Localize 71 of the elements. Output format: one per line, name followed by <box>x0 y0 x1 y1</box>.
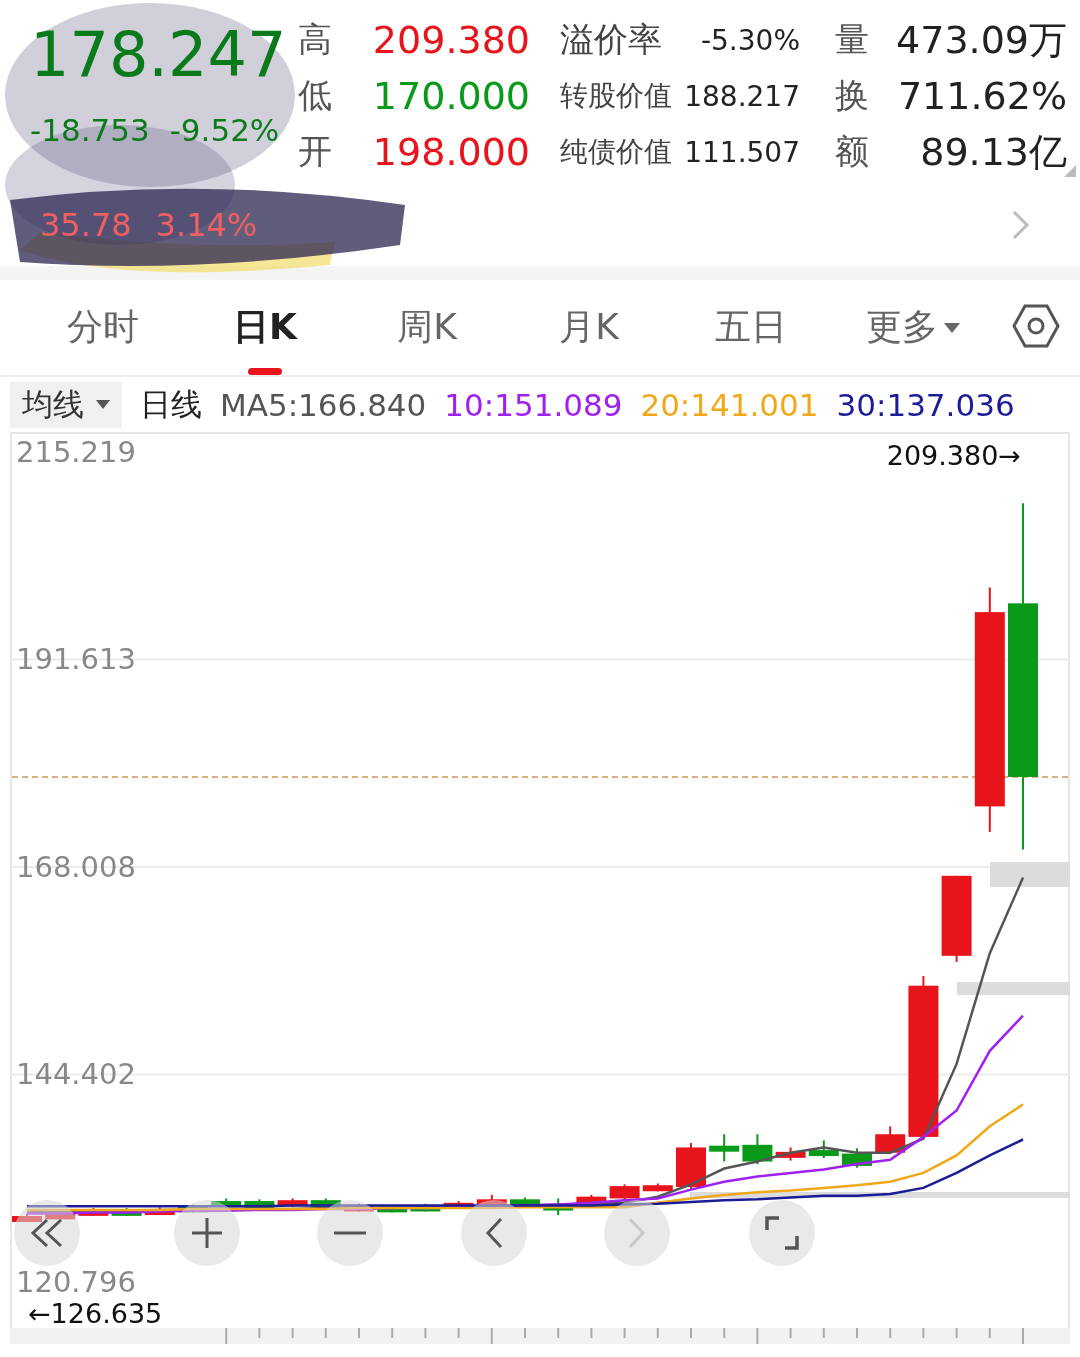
candlestick <box>775 1147 806 1161</box>
tab[interactable]: 日K <box>233 280 297 375</box>
stat-value: 111.507 <box>684 135 800 169</box>
candlestick <box>244 1199 275 1211</box>
minus-icon <box>334 1231 366 1235</box>
candlestick <box>875 1126 906 1153</box>
stat-label: 额 <box>835 130 870 173</box>
candlestick <box>808 1140 839 1158</box>
candlestick <box>676 1143 706 1189</box>
double-chevron-left-icon <box>30 1218 64 1248</box>
stat-label: 低 <box>298 74 333 117</box>
candlestick <box>277 1198 308 1208</box>
tab[interactable]: 五日 <box>715 280 787 375</box>
stat-label: 纯债价值 <box>560 134 672 170</box>
moving-average-value: 30:137.036 <box>836 386 1015 423</box>
axis-label: 215.219 <box>16 434 136 469</box>
candlestick <box>742 1134 773 1165</box>
tab[interactable]: 分时 <box>67 280 139 375</box>
stat-value: 209.380 <box>371 18 530 62</box>
low-marker: ←126.635 <box>28 1298 163 1329</box>
stat-value: 89.13亿 <box>919 128 1067 176</box>
moving-average-value: MA5:166.840 <box>220 386 427 423</box>
stat-label: 量 <box>835 18 870 61</box>
tab[interactable]: 月K <box>559 280 619 375</box>
stat-value: -5.30% <box>700 23 800 57</box>
moving-average-value: 20:141.001 <box>640 386 819 423</box>
candlestick <box>45 1211 76 1220</box>
candlestick <box>111 1208 142 1216</box>
percent-change: -9.52% <box>169 112 280 148</box>
candlestick <box>12 1213 42 1222</box>
stat-label: 转股价值 <box>560 78 672 114</box>
axis-label: 191.613 <box>16 642 136 677</box>
axis-label: 120.796 <box>16 1264 136 1299</box>
stat-value: 473.09万 <box>895 16 1067 64</box>
candlestick <box>211 1198 242 1208</box>
tab[interactable]: 更多 <box>866 280 960 375</box>
chevron-right-icon <box>628 1217 646 1249</box>
candlestick <box>543 1198 574 1216</box>
caret-icon <box>944 322 960 333</box>
moving-average-value: 10:151.089 <box>444 386 623 423</box>
settings-icon[interactable] <box>1012 304 1060 348</box>
stat-label: 开 <box>298 130 333 173</box>
period-label: 日线 <box>140 384 202 424</box>
last-price: 178.247 <box>30 20 288 90</box>
caret-icon <box>96 400 110 409</box>
tab[interactable]: 周K <box>397 280 457 375</box>
candlestick <box>709 1134 740 1162</box>
candlestick <box>642 1183 673 1192</box>
stat-label: 溢价率 <box>560 18 662 61</box>
stat-value: 198.000 <box>371 130 530 174</box>
related-price: 35.78 <box>40 205 132 244</box>
axis-label: 144.402 <box>16 1057 136 1092</box>
price-change: -18.753 <box>30 112 150 148</box>
stat-label: 换 <box>835 74 870 117</box>
candlestick <box>476 1194 507 1207</box>
candlestick <box>609 1184 640 1201</box>
indicator-dropdown[interactable]: 均线 <box>10 381 122 428</box>
chevron-left-icon <box>485 1217 503 1249</box>
candlestick <box>842 1148 872 1168</box>
candlestick <box>510 1197 540 1206</box>
plus-icon <box>191 1217 223 1249</box>
candlestick <box>144 1207 175 1215</box>
axis-label: 168.008 <box>16 849 136 884</box>
high-marker: 209.380→ <box>886 440 1021 471</box>
stat-value: 188.217 <box>684 79 800 113</box>
chart-control-button[interactable] <box>174 1200 240 1266</box>
stat-value: 170.000 <box>371 74 530 118</box>
related-change: 3.14% <box>155 205 258 244</box>
fullscreen-icon <box>765 1216 799 1250</box>
stat-label: 高 <box>298 18 333 61</box>
stat-value: 711.62% <box>896 74 1067 118</box>
